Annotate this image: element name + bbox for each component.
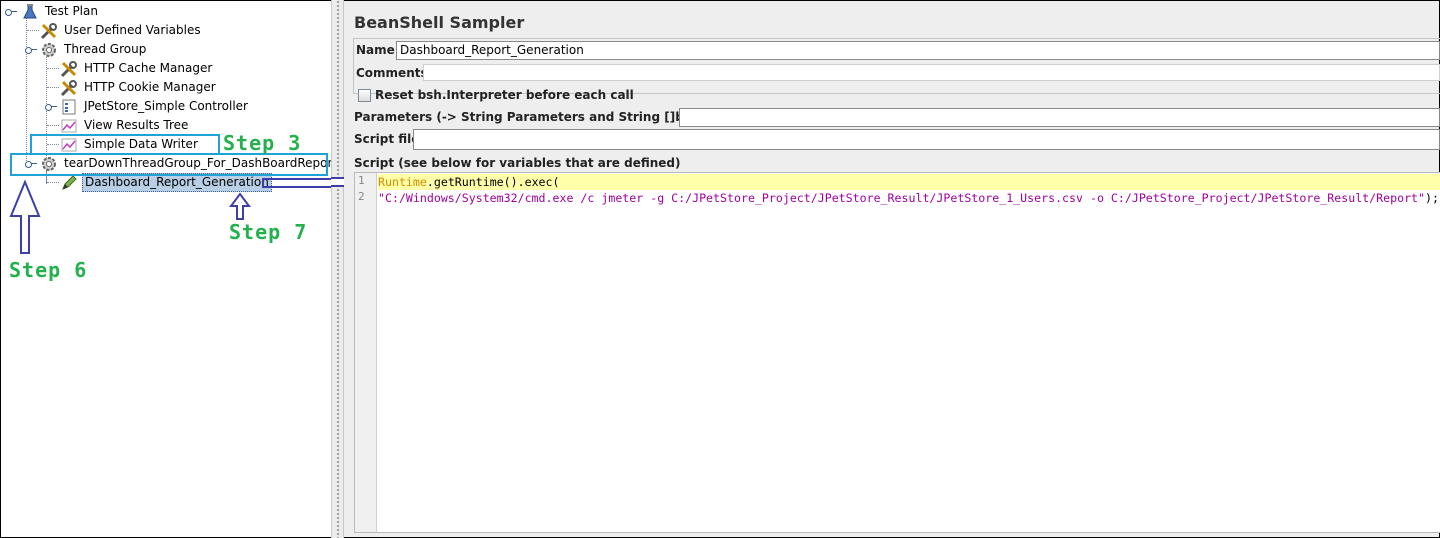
panel-title: BeanShell Sampler — [354, 13, 525, 32]
script-file-input[interactable] — [413, 129, 1440, 150]
script-line-2[interactable]: "C:/Windows/System32/cmd.exe /c jmeter -… — [378, 190, 1439, 206]
code-end-token: ); — [1425, 191, 1439, 205]
name-input[interactable]: Dashboard_Report_Generation — [396, 41, 1440, 60]
code-call-token: .getRuntime().exec( — [426, 175, 560, 189]
editor-pointer-arrow-shaft — [262, 178, 332, 188]
code-class-token: Runtime — [378, 175, 427, 189]
comments-label: Comments: — [356, 66, 433, 80]
script-file-label: Script file — [354, 132, 420, 146]
name-label: Name: — [356, 43, 400, 57]
panel-splitter[interactable] — [331, 0, 344, 538]
reset-interpreter-label: Reset bsh.Interpreter before each call — [375, 88, 634, 102]
step7-up-arrow — [229, 192, 251, 220]
script-line-1[interactable]: Runtime.getRuntime().exec( — [378, 174, 560, 190]
parameters-input[interactable] — [679, 108, 1440, 127]
reset-interpreter-checkbox[interactable] — [358, 89, 371, 102]
step6-label: Step 6 — [9, 258, 88, 282]
line-number: 2 — [358, 190, 365, 203]
code-string-token: "C:/Windows/System32/cmd.exe /c jmeter -… — [378, 191, 1426, 205]
step6-up-arrow — [9, 179, 41, 254]
script-editor[interactable]: 1 2 Runtime.getRuntime().exec( "C:/Windo… — [354, 172, 1440, 533]
test-plan-tree: Test Plan User Defined Variables Thread … — [0, 0, 337, 538]
sampler-config-panel: BeanShell Sampler Name: Dashboard_Report… — [344, 0, 1440, 538]
comments-input[interactable] — [423, 64, 1440, 81]
line-number-gutter: 1 2 — [355, 173, 377, 532]
splitter-grip[interactable] — [336, 0, 340, 538]
line-number: 1 — [358, 174, 365, 187]
script-label: Script (see below for variables that are… — [354, 156, 681, 170]
annotation-arrows — [9, 178, 332, 254]
